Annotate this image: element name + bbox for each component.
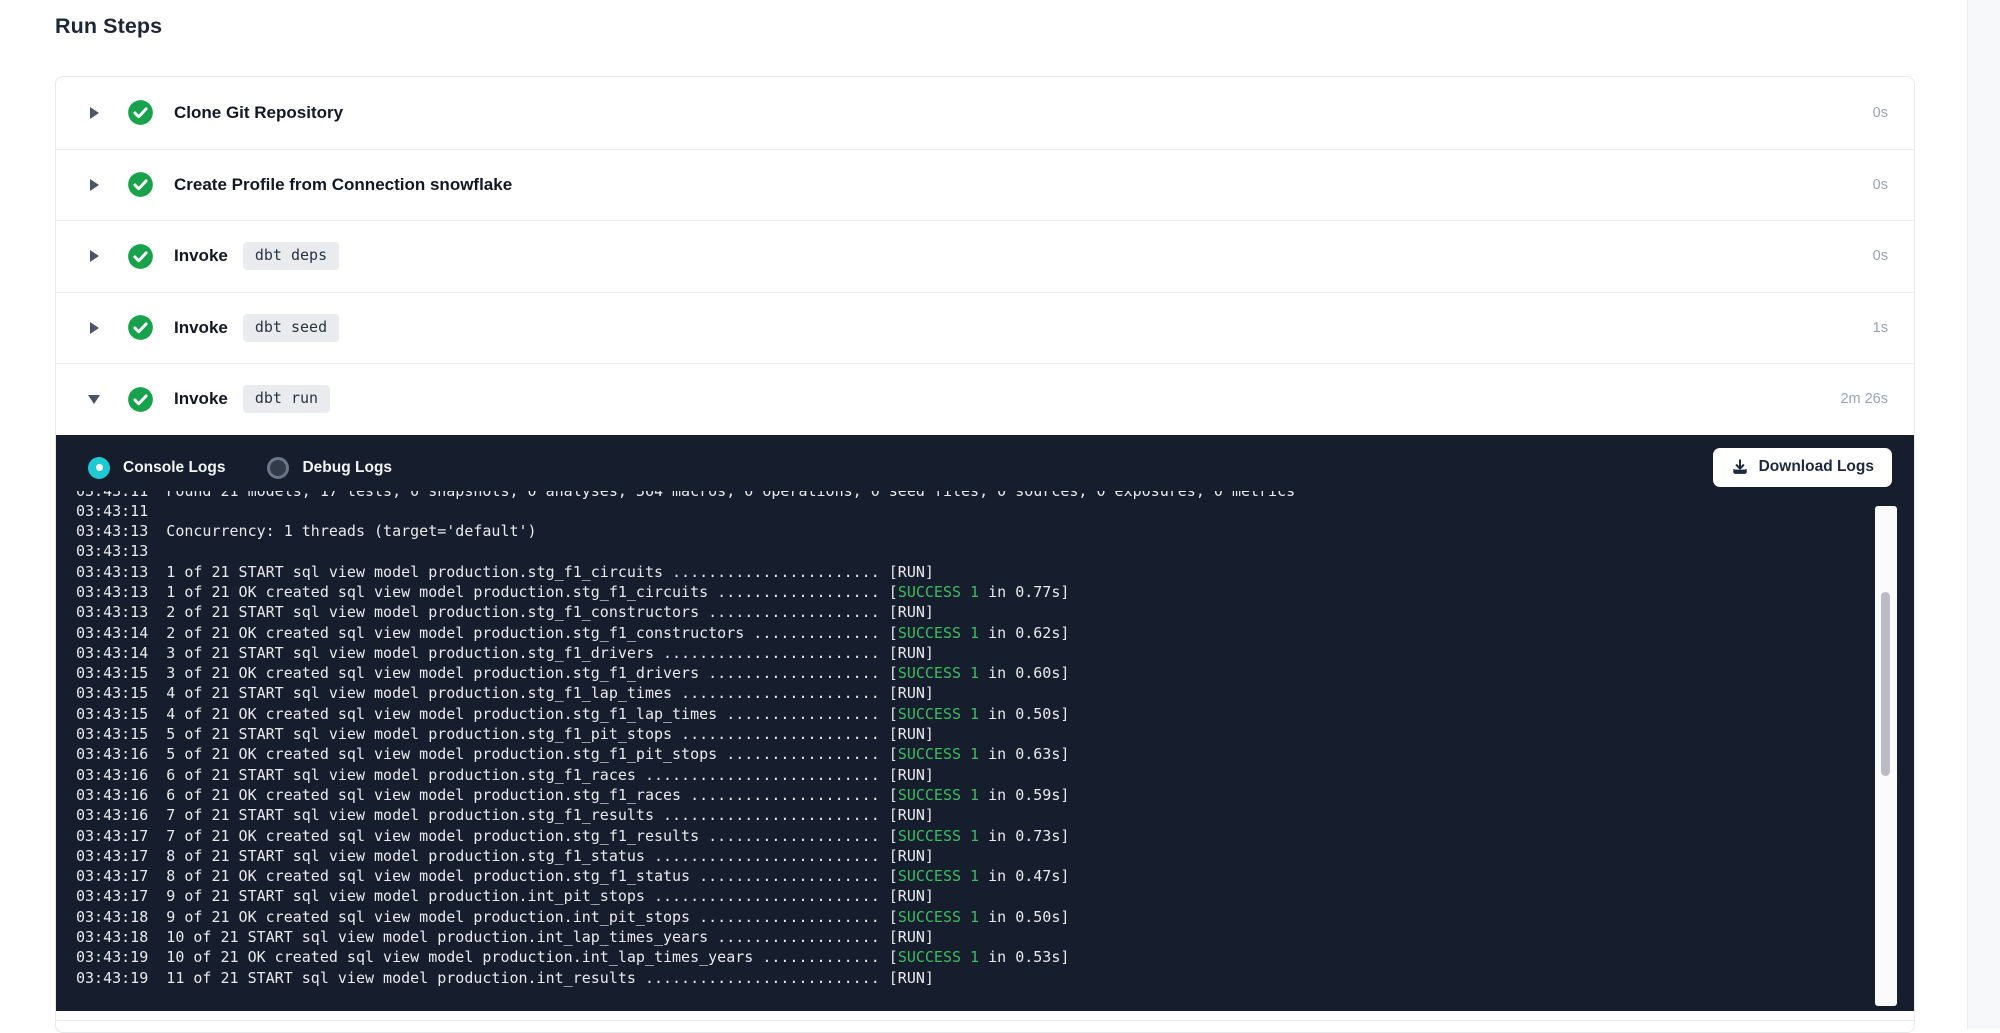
log-line: 03:43:11 Found 21 models, 17 tests, 0 sn…: [76, 491, 1914, 501]
log-line: 03:43:11: [76, 501, 1914, 521]
log-line: 03:43:16 5 of 21 OK created sql view mod…: [76, 744, 1914, 764]
success-check-icon: [127, 243, 154, 270]
log-line: 03:43:16 7 of 21 START sql view model pr…: [76, 805, 1914, 825]
console-scrollbar-thumb[interactable]: [1881, 592, 1890, 776]
console-logs-label: Console Logs: [123, 459, 225, 477]
download-icon: [1731, 458, 1749, 476]
step-command-badge: dbt seed: [243, 314, 339, 342]
step-label: Invoke: [174, 389, 228, 409]
radio-unselected-icon: [267, 457, 289, 479]
chevron-right-icon: [87, 248, 101, 264]
step-row[interactable]: Invoke dbt run 2m 26s: [56, 363, 1914, 435]
log-line: 03:43:15 4 of 21 START sql view model pr…: [76, 683, 1914, 703]
success-check-icon: [127, 314, 154, 341]
debug-logs-label: Debug Logs: [302, 459, 392, 477]
console-log-output[interactable]: 03:43:11 Found 21 models, 17 tests, 0 sn…: [56, 491, 1914, 1010]
log-line: 03:43:13 2 of 21 START sql view model pr…: [76, 602, 1914, 622]
step-row[interactable]: Invoke dbt deps 0s: [56, 220, 1914, 292]
next-row-divider: [56, 1020, 1914, 1032]
log-line: 03:43:18 9 of 21 OK created sql view mod…: [76, 907, 1914, 927]
log-line: 03:43:17 9 of 21 START sql view model pr…: [76, 886, 1914, 906]
step-duration: 0s: [1873, 177, 1888, 193]
log-line: 03:43:18 10 of 21 START sql view model p…: [76, 927, 1914, 947]
step-duration: 2m 26s: [1840, 391, 1888, 407]
step-label: Invoke: [174, 318, 228, 338]
step-label: Create Profile from Connection snowflake: [174, 175, 512, 195]
log-line: 03:43:15 4 of 21 OK created sql view mod…: [76, 704, 1914, 724]
log-line: 03:43:14 2 of 21 OK created sql view mod…: [76, 623, 1914, 643]
log-line: 03:43:16 6 of 21 OK created sql view mod…: [76, 785, 1914, 805]
console-scrollbar-track[interactable]: [1875, 506, 1897, 1006]
download-logs-button[interactable]: Download Logs: [1713, 448, 1892, 487]
chevron-right-icon: [87, 320, 101, 336]
step-duration: 0s: [1873, 105, 1888, 121]
step-command-badge: dbt deps: [243, 242, 339, 270]
step-row[interactable]: Clone Git Repository 0s: [56, 77, 1914, 149]
step-row[interactable]: Create Profile from Connection snowflake…: [56, 149, 1914, 221]
log-line: 03:43:13: [76, 541, 1914, 561]
success-check-icon: [127, 99, 154, 126]
log-line: 03:43:14 3 of 21 START sql view model pr…: [76, 643, 1914, 663]
log-line: 03:43:13 Concurrency: 1 threads (target=…: [76, 521, 1914, 541]
page-right-gutter: [1967, 0, 2000, 1029]
step-label: Clone Git Repository: [174, 103, 343, 123]
log-line: 03:43:15 5 of 21 START sql view model pr…: [76, 724, 1914, 744]
log-panel: Console Logs Debug Logs Download Logs 03…: [56, 435, 1914, 1011]
radio-console-logs[interactable]: Console Logs: [88, 457, 225, 479]
step-label: Invoke: [174, 246, 228, 266]
log-line: 03:43:17 8 of 21 START sql view model pr…: [76, 846, 1914, 866]
step-duration: 1s: [1873, 320, 1888, 336]
success-check-icon: [127, 386, 154, 413]
chevron-down-icon: [87, 391, 101, 407]
success-check-icon: [127, 171, 154, 198]
chevron-right-icon: [87, 105, 101, 121]
run-steps-card: Clone Git Repository 0s Create Profile f…: [55, 76, 1915, 1033]
page-title: Run Steps: [55, 14, 2000, 39]
download-logs-label: Download Logs: [1759, 458, 1874, 476]
log-line: 03:43:19 10 of 21 OK created sql view mo…: [76, 947, 1914, 967]
log-line: 03:43:13 1 of 21 START sql view model pr…: [76, 562, 1914, 582]
log-line: 03:43:15 3 of 21 OK created sql view mod…: [76, 663, 1914, 683]
card-bottom-gap: [56, 1011, 1914, 1020]
run-steps-page: Run Steps Clone Git Repository 0s Create…: [0, 0, 2000, 1033]
step-duration: 0s: [1873, 248, 1888, 264]
step-command-badge: dbt run: [243, 385, 330, 413]
radio-debug-logs[interactable]: Debug Logs: [267, 457, 392, 479]
log-line: 03:43:17 7 of 21 OK created sql view mod…: [76, 826, 1914, 846]
chevron-right-icon: [87, 177, 101, 193]
log-line: 03:43:17 8 of 21 OK created sql view mod…: [76, 866, 1914, 886]
step-row[interactable]: Invoke dbt seed 1s: [56, 292, 1914, 364]
log-line: 03:43:13 1 of 21 OK created sql view mod…: [76, 582, 1914, 602]
radio-selected-icon: [88, 457, 110, 479]
log-line: 03:43:16 6 of 21 START sql view model pr…: [76, 765, 1914, 785]
log-line: 03:43:19 11 of 21 START sql view model p…: [76, 968, 1914, 988]
steps-list: Clone Git Repository 0s Create Profile f…: [56, 77, 1914, 435]
log-panel-controls: Console Logs Debug Logs Download Logs: [56, 435, 1914, 491]
